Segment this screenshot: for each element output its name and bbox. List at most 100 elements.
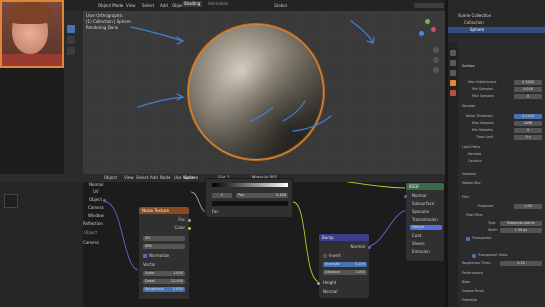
transparent-checkbox[interactable] [466, 237, 470, 241]
material-tab-icon[interactable] [450, 90, 456, 96]
menu-add[interactable]: Add [160, 4, 168, 8]
noise-detail-field[interactable]: Detail 12.000 [143, 279, 185, 284]
bump-node[interactable]: Bump Normal Invert Strength 0.283 Distan… [317, 233, 371, 299]
menu-select[interactable]: Select [142, 4, 154, 8]
bsdf-node-header[interactable]: BSDF [406, 183, 444, 190]
node-menu-view[interactable]: View [124, 176, 134, 180]
mode-selector[interactable]: Object Mode [98, 4, 123, 8]
normalize-checkbox[interactable] [143, 254, 147, 258]
noise-type-select[interactable]: fBM [143, 244, 185, 249]
noise-scale-field[interactable]: Scale 1.000 [143, 271, 185, 276]
section-performance[interactable]: Performance [462, 271, 483, 276]
noise-fac-socket[interactable] [188, 219, 191, 222]
ramp-pos-field[interactable]: Pos 0.486 [236, 193, 288, 198]
bump-strength-field[interactable]: Strength 0.283 [323, 262, 367, 267]
render-tab-icon[interactable] [450, 50, 456, 56]
outliner-sphere[interactable]: Sphere [470, 28, 484, 32]
section-light-paths[interactable]: Light Paths [462, 145, 480, 150]
bsdf-weight-field[interactable]: Weight [410, 225, 442, 230]
invert-checkbox[interactable] [323, 254, 327, 258]
bsdf-normal-socket[interactable] [404, 195, 407, 198]
row-width-value[interactable]: 1.50 px [500, 228, 542, 233]
section-film[interactable]: Film [462, 195, 469, 200]
row-roughness-threshold-label: Roughness Thres. [462, 261, 492, 265]
gizmo-z-icon[interactable] [419, 31, 424, 36]
texcoord-object-field[interactable]: Object [84, 231, 97, 235]
color-ramp-gradient[interactable] [212, 183, 288, 187]
node-menu-add[interactable]: Add [150, 176, 158, 180]
transform-orientation[interactable]: Global [274, 4, 287, 8]
move-tool-icon[interactable] [67, 47, 75, 55]
row-render-max-samples-value[interactable]: 4096 [514, 121, 542, 126]
bump-node-header[interactable]: Bump [319, 234, 369, 241]
row-time-limit-label: Time Limit [476, 135, 494, 139]
cursor-tool-icon[interactable] [67, 36, 75, 44]
bump-distance-field[interactable]: Distance 1.000 [323, 270, 367, 275]
noise-scale-value: 1.000 [172, 271, 183, 275]
outliner-collection[interactable]: Collection [464, 21, 484, 25]
outliner-sphere-row[interactable] [448, 27, 545, 33]
tab-animation[interactable]: Animation [206, 1, 230, 7]
texcoord-object-socket[interactable] [103, 199, 106, 202]
scene-tab-icon[interactable] [450, 70, 456, 76]
noise-dimensions-select[interactable]: 3D [143, 236, 185, 241]
texcoord-camera-field[interactable]: Camera [83, 241, 99, 245]
section-freestyle[interactable]: Freestyle [462, 298, 477, 303]
node-editor-canvas[interactable]: Normal UV Object Camera Window Reflectio… [81, 178, 445, 307]
ramp-color-swatch[interactable] [212, 201, 288, 206]
pan-icon[interactable] [433, 57, 439, 63]
section-motion-blur[interactable]: Motion Blur [462, 181, 481, 186]
ramp-stop-index[interactable]: 0 [212, 193, 232, 198]
zoom-icon[interactable] [433, 47, 439, 53]
gizmo-x-icon[interactable] [431, 27, 436, 32]
node-menu-object[interactable]: Object [104, 176, 117, 180]
select-tool-icon[interactable] [67, 25, 75, 33]
shading-mode-buttons[interactable] [414, 3, 444, 8]
row-min-samples-value[interactable]: 0.016 [514, 87, 542, 92]
bump-height-socket[interactable] [317, 282, 320, 285]
bump-normal-out-socket[interactable] [368, 246, 371, 249]
output-tab-icon[interactable] [450, 60, 456, 66]
noise-color-socket[interactable] [188, 227, 191, 230]
section-grease-pencil[interactable]: Grease Pencil [462, 289, 484, 294]
3d-viewport[interactable]: User Orthographic (1) Collection | Spher… [83, 11, 445, 174]
tab-shading[interactable]: Shading [182, 1, 203, 7]
menu-view[interactable]: View [126, 4, 136, 8]
transparent-glass-checkbox[interactable] [472, 254, 476, 258]
node-menu-select[interactable]: Select [136, 176, 148, 180]
row-time-limit-value[interactable]: 0 s [514, 135, 542, 140]
outliner-scene-collection[interactable]: Scene Collection [458, 14, 491, 18]
section-surface[interactable]: Surface [462, 64, 475, 69]
row-max-subdivisions-value[interactable]: 0.1000 [514, 80, 542, 85]
noise-node-header[interactable]: Noise Texture [139, 207, 189, 214]
principled-bsdf-node[interactable]: BSDF Normal Subsurface Specular Transmis… [404, 182, 445, 262]
row-render-min-samples-value[interactable]: 0 [514, 128, 542, 133]
noise-out-color: Color [174, 225, 185, 230]
noise-roughness-value: 0.650 [172, 287, 183, 291]
row-roughness-threshold-value[interactable]: 0.10 [500, 261, 542, 266]
bsdf-subsurface: Subsurface [412, 201, 435, 206]
texcoord-window: Window [88, 213, 104, 218]
image-preview-box [4, 194, 18, 208]
section-pixel-filter[interactable]: Pixel Filter [466, 213, 483, 218]
row-denoise[interactable]: Denoise [462, 104, 475, 109]
noise-roughness-field[interactable]: Roughness 0.650 [143, 287, 185, 292]
section-bounces[interactable]: Denoise [468, 152, 481, 157]
noise-texture-node[interactable]: Noise Texture Fac Color 3D fBM Normalize… [138, 206, 191, 300]
section-caustics[interactable]: Caustics [468, 159, 482, 164]
texcoord-node[interactable]: Normal UV Object Camera Window Reflectio… [81, 181, 107, 253]
object-selector[interactable]: Sphere [184, 176, 198, 180]
row-max-samples-value[interactable]: 0 [514, 94, 542, 99]
section-volumes[interactable]: Volumes [462, 172, 476, 177]
node-menu-node[interactable]: Node [160, 176, 170, 180]
camera-view-icon[interactable] [433, 67, 439, 73]
navigation-gizmo[interactable] [415, 17, 439, 41]
row-exposure-value[interactable]: 1.00 [514, 204, 542, 209]
row-noise-threshold-value[interactable]: 0.0100 [514, 114, 542, 119]
gizmo-y-icon[interactable] [425, 19, 430, 24]
section-bake[interactable]: Bake [462, 280, 470, 285]
color-ramp-node[interactable]: 0 Pos 0.486 Fac [205, 178, 293, 218]
row-filter-type-value[interactable]: Blackman-Harris [500, 221, 542, 226]
object-tab-icon[interactable] [450, 80, 456, 86]
transparent-glass-label: Transparent Glass [478, 253, 508, 257]
